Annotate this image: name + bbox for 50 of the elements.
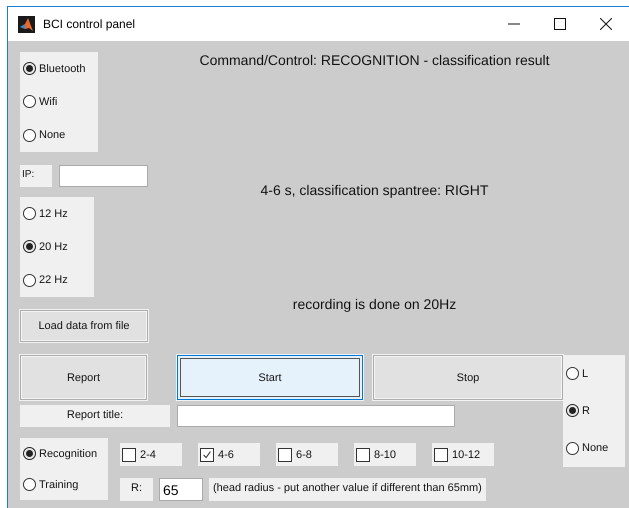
report-title-label: Report title: <box>20 405 170 427</box>
radio-icon[interactable] <box>23 447 36 460</box>
radius-field[interactable]: 65 <box>159 478 203 501</box>
status-message: 4-6 s, classification spantree: RIGHT <box>260 182 488 198</box>
status-message: Command/Control: RECOGNITION - classification result <box>199 52 550 68</box>
checkbox-icon[interactable] <box>434 448 448 462</box>
window-checkbox[interactable]: 4-6 <box>198 443 260 466</box>
app-logo-icon <box>18 16 35 32</box>
radio-icon[interactable] <box>23 95 36 108</box>
side-radio[interactable]: R <box>566 404 622 418</box>
checkbox-icon[interactable] <box>122 448 136 462</box>
radio-icon[interactable] <box>23 128 36 142</box>
mode-radio[interactable]: Recognition <box>23 447 105 460</box>
checkbox-icon[interactable] <box>356 448 370 462</box>
action-button[interactable]: Stop <box>373 355 563 400</box>
frequency-radio[interactable]: 20 Hz <box>23 240 91 254</box>
radio-icon[interactable] <box>23 478 36 491</box>
window-checkbox[interactable]: 2-4 <box>120 443 182 466</box>
checkbox-icon[interactable] <box>278 448 292 462</box>
ip-label: IP: <box>20 165 52 187</box>
load-data-button[interactable]: Load data from file <box>20 310 148 342</box>
maximize-icon[interactable] <box>554 18 566 30</box>
status-message: recording is done on 20Hz <box>292 296 456 312</box>
window-checkbox[interactable]: 8-10 <box>354 443 416 466</box>
connection-radio[interactable]: Bluetooth <box>23 62 95 76</box>
radio-icon[interactable] <box>566 442 579 455</box>
window-checkbox[interactable]: 10-12 <box>432 443 494 466</box>
frequency-radio[interactable]: 22 Hz <box>23 274 91 287</box>
radius-hint: (head radius - put another value if different than 65mm) <box>209 478 486 501</box>
ip-field[interactable] <box>59 165 148 187</box>
frequency-radio[interactable]: 12 Hz <box>23 207 91 220</box>
radio-icon[interactable] <box>566 367 579 380</box>
action-button[interactable]: Report <box>20 355 147 400</box>
radius-label: R: <box>120 478 153 501</box>
radio-icon[interactable] <box>23 62 36 76</box>
radio-icon[interactable] <box>23 207 36 220</box>
report-title-field[interactable] <box>177 405 455 427</box>
radio-icon[interactable] <box>23 240 36 254</box>
side-radio[interactable]: None <box>566 442 622 455</box>
radio-icon[interactable] <box>566 404 579 418</box>
mode-radio[interactable]: Training <box>23 478 105 491</box>
close-icon[interactable] <box>600 18 612 30</box>
connection-radio[interactable]: None <box>23 128 95 142</box>
radio-icon[interactable] <box>23 274 36 287</box>
connection-radio[interactable]: Wifi <box>23 95 95 108</box>
checkbox-icon[interactable] <box>200 448 214 462</box>
action-button[interactable]: Start <box>177 355 363 400</box>
side-radio[interactable]: L <box>566 367 622 380</box>
window-title: BCI control panel <box>43 17 136 31</box>
window-checkbox[interactable]: 6-8 <box>276 443 338 466</box>
